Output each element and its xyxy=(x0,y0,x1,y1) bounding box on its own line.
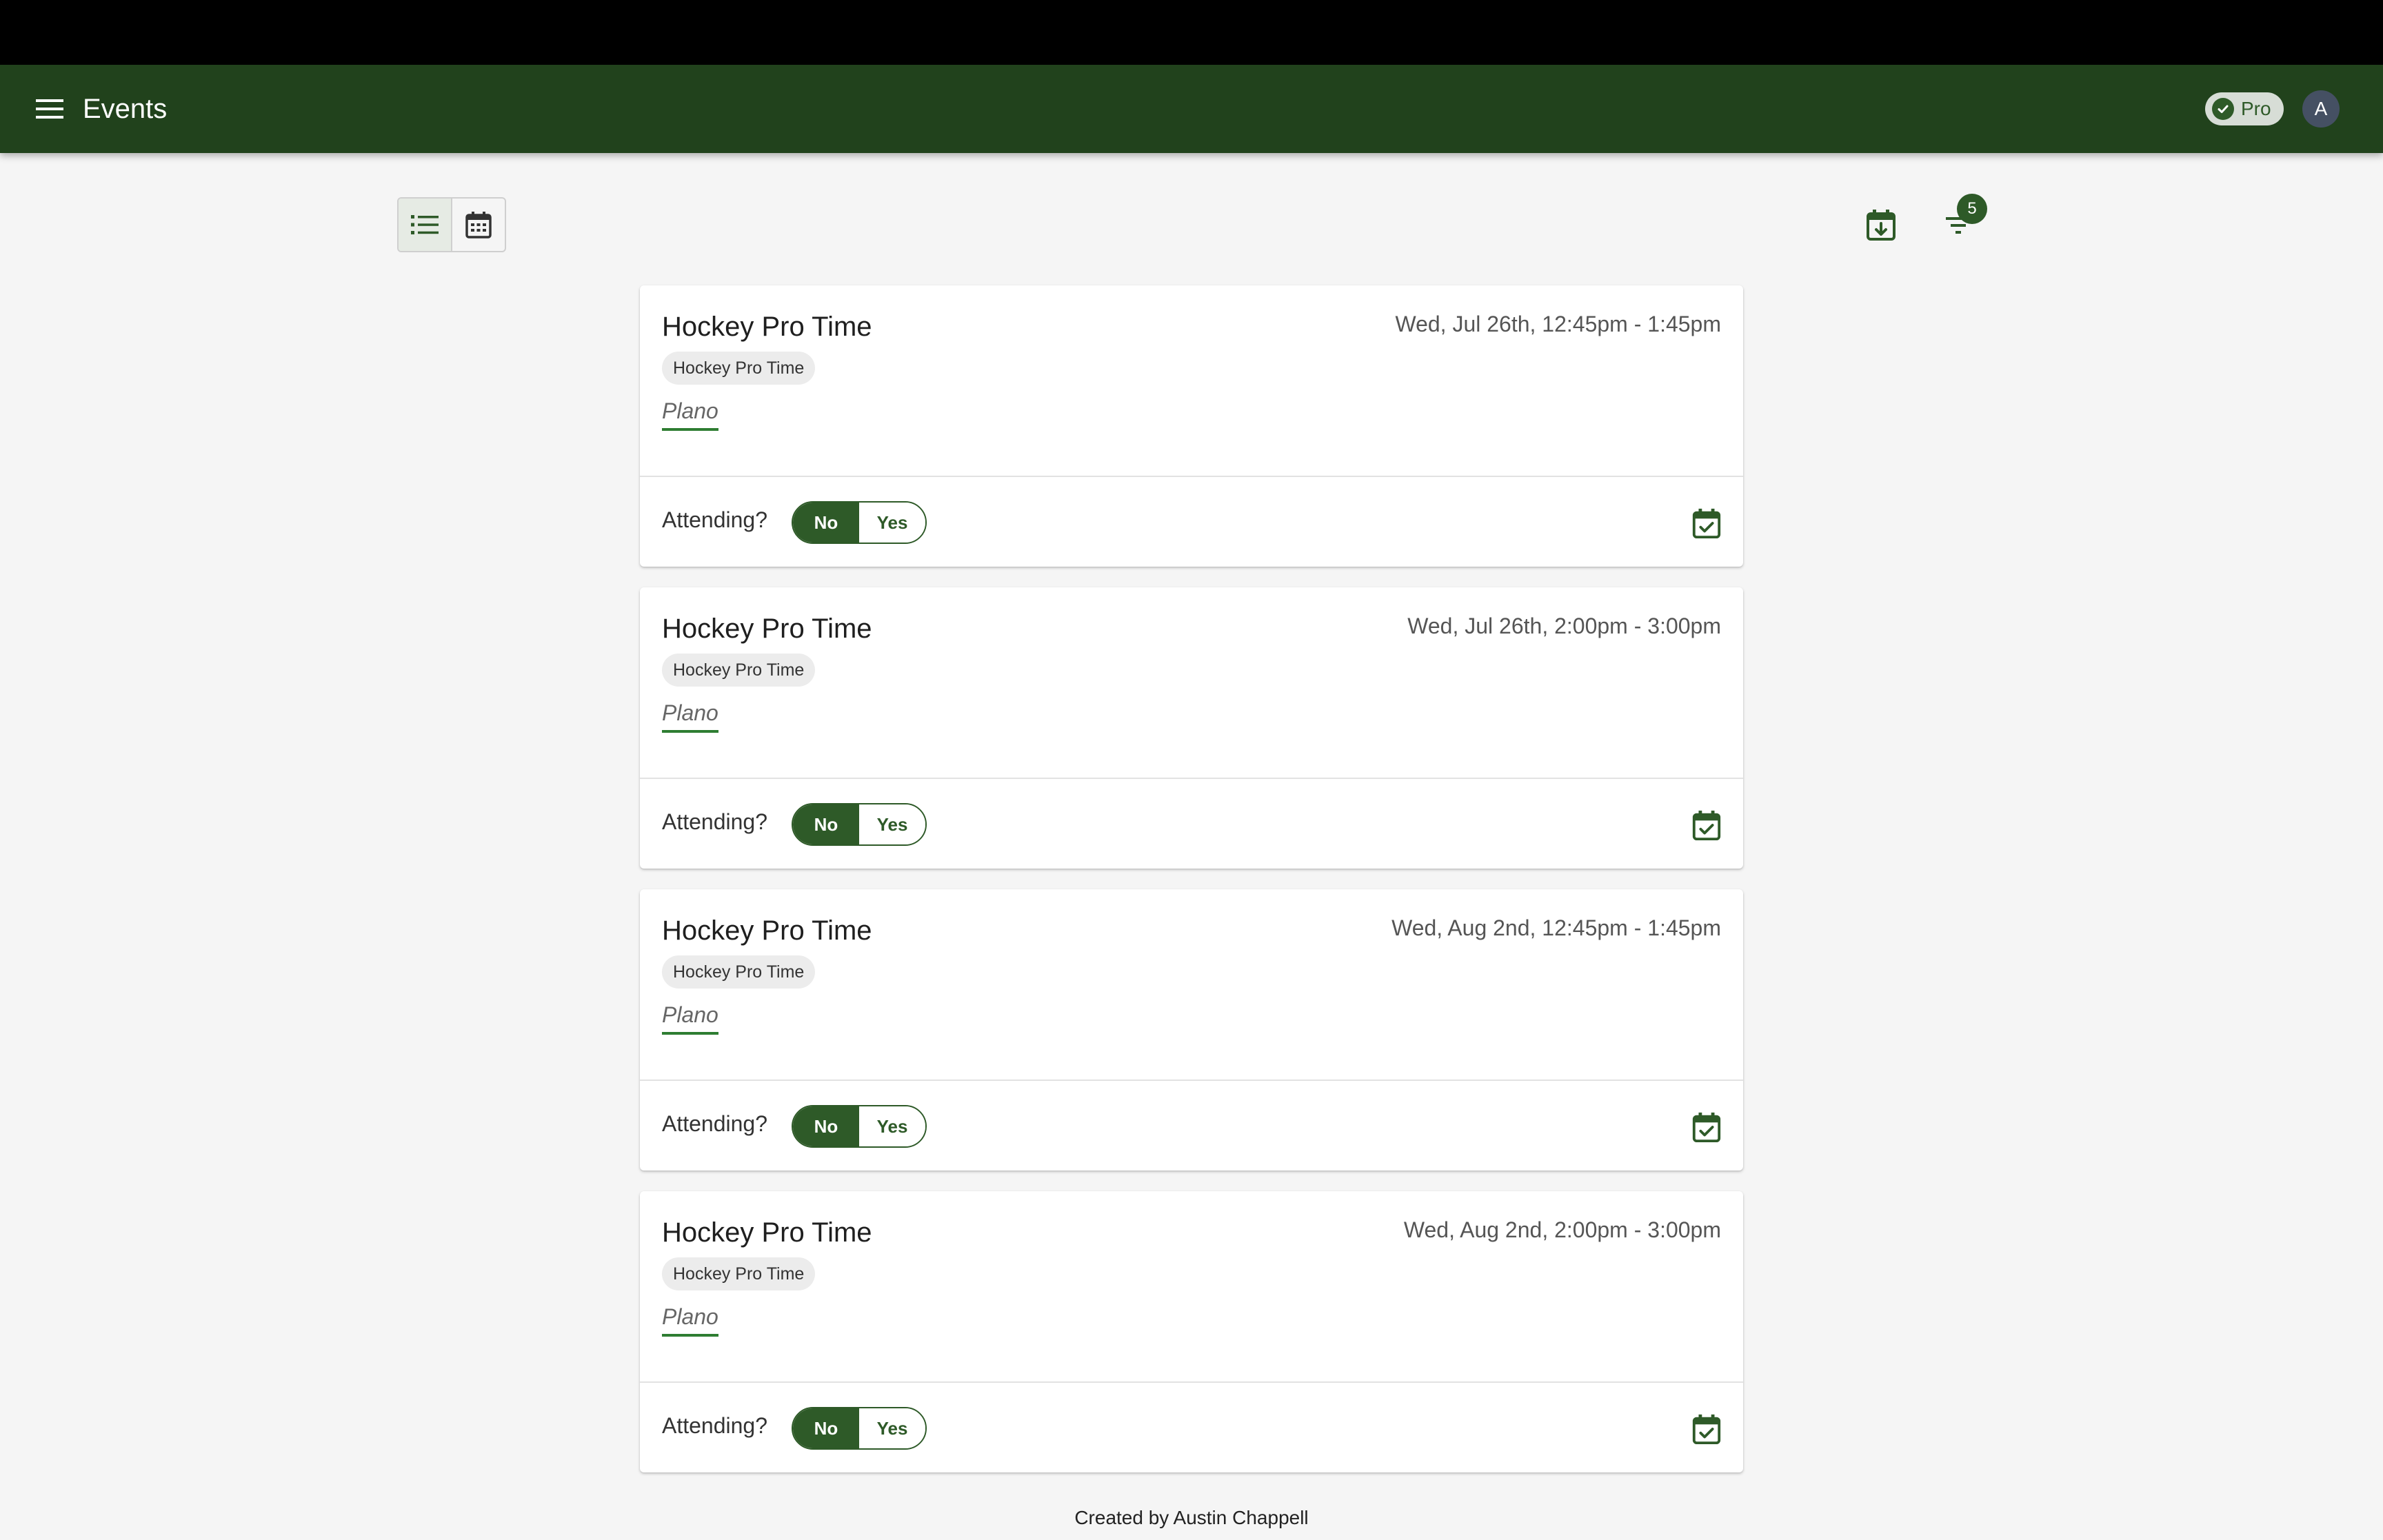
footer-credit: Created by Austin Chappell xyxy=(1074,1507,1309,1528)
system-bar xyxy=(0,0,2383,65)
calendar-check-icon xyxy=(1692,810,1721,841)
add-to-calendar-button[interactable] xyxy=(1691,1413,1722,1445)
attending-label: Attending? xyxy=(662,1111,768,1136)
event-location-link[interactable]: Plano xyxy=(662,398,718,431)
event-time: Wed, Jul 26th, 12:45pm - 1:45pm xyxy=(1395,312,1721,336)
event-time: Wed, Aug 2nd, 2:00pm - 3:00pm xyxy=(1403,1217,1721,1242)
event-location-link[interactable]: Plano xyxy=(662,700,718,733)
attending-toggle: No Yes xyxy=(792,1407,927,1450)
add-to-calendar-button[interactable] xyxy=(1691,507,1722,539)
event-tag-chip: Hockey Pro Time xyxy=(662,1257,816,1290)
event-card: Hockey Pro Time Wed, Aug 2nd, 12:45pm - … xyxy=(640,889,1743,1171)
attending-no-button[interactable]: No xyxy=(793,804,859,844)
calendar-check-icon xyxy=(1692,1414,1721,1445)
calendar-export-button[interactable] xyxy=(1862,205,1900,244)
event-title: Hockey Pro Time xyxy=(662,312,872,342)
event-title: Hockey Pro Time xyxy=(662,915,872,946)
list-icon xyxy=(411,215,439,234)
calendar-check-icon xyxy=(1692,508,1721,539)
card-divider xyxy=(640,1381,1743,1383)
event-tag-chip: Hockey Pro Time xyxy=(662,654,816,687)
list-view-button[interactable] xyxy=(399,199,452,251)
attending-no-button[interactable]: No xyxy=(793,1106,859,1146)
add-to-calendar-button[interactable] xyxy=(1691,1111,1722,1143)
attending-label: Attending? xyxy=(662,1413,768,1438)
event-card: Hockey Pro Time Wed, Jul 26th, 12:45pm -… xyxy=(640,285,1743,567)
event-title: Hockey Pro Time xyxy=(662,614,872,644)
attending-yes-button[interactable]: Yes xyxy=(859,503,925,543)
event-tag-chip: Hockey Pro Time xyxy=(662,352,816,385)
event-location-link[interactable]: Plano xyxy=(662,1304,718,1337)
menu-button[interactable] xyxy=(32,91,68,127)
attending-label: Attending? xyxy=(662,809,768,834)
pro-label: Pro xyxy=(2241,98,2271,119)
calendar-view-button[interactable] xyxy=(452,199,505,251)
event-location-link[interactable]: Plano xyxy=(662,1002,718,1035)
attending-yes-button[interactable]: Yes xyxy=(859,804,925,844)
card-divider xyxy=(640,476,1743,477)
event-time: Wed, Aug 2nd, 12:45pm - 1:45pm xyxy=(1391,915,1721,940)
page-title: Events xyxy=(83,94,168,124)
attending-yes-button[interactable]: Yes xyxy=(859,1408,925,1448)
calendar-download-icon xyxy=(1867,210,1896,241)
attending-toggle: No Yes xyxy=(792,1105,927,1148)
calendar-grid-icon xyxy=(465,212,492,239)
avatar[interactable]: A xyxy=(2302,90,2340,128)
attending-label: Attending? xyxy=(662,507,768,532)
hamburger-menu-icon xyxy=(36,99,63,119)
card-divider xyxy=(640,1080,1743,1081)
card-divider xyxy=(640,778,1743,779)
attending-no-button[interactable]: No xyxy=(793,1408,859,1448)
event-tag-chip: Hockey Pro Time xyxy=(662,955,816,989)
event-card: Hockey Pro Time Wed, Jul 26th, 2:00pm - … xyxy=(640,587,1743,869)
check-circle-icon xyxy=(2212,98,2234,120)
add-to-calendar-button[interactable] xyxy=(1691,809,1722,841)
attending-yes-button[interactable]: Yes xyxy=(859,1106,925,1146)
event-time: Wed, Jul 26th, 2:00pm - 3:00pm xyxy=(1407,614,1721,638)
calendar-check-icon xyxy=(1692,1112,1721,1143)
pro-badge[interactable]: Pro xyxy=(2205,92,2284,125)
event-card: Hockey Pro Time Wed, Aug 2nd, 2:00pm - 3… xyxy=(640,1191,1743,1472)
event-title: Hockey Pro Time xyxy=(662,1217,872,1248)
attending-toggle: No Yes xyxy=(792,803,927,846)
view-toggle xyxy=(397,197,506,252)
filter-count-badge: 5 xyxy=(1957,194,1987,224)
app-bar: Events Pro xyxy=(0,65,2383,153)
attending-toggle: No Yes xyxy=(792,501,927,544)
attending-no-button[interactable]: No xyxy=(793,503,859,543)
